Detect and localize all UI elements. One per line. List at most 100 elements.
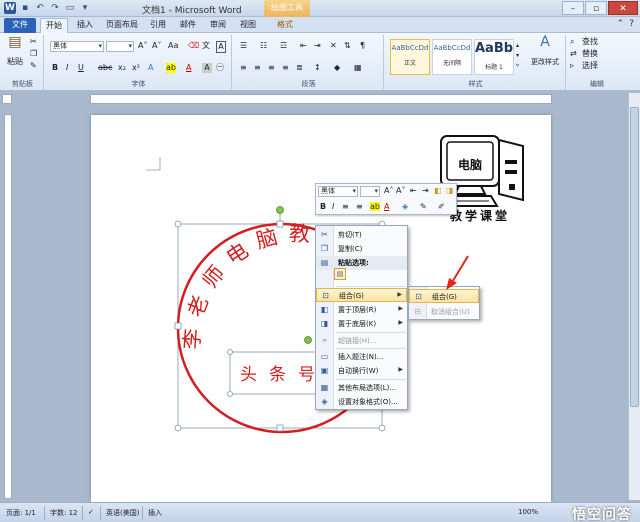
paste-option-keep-source-icon[interactable]: ▤ — [334, 268, 346, 280]
enclose-char-icon[interactable]: ㊀ — [216, 63, 224, 73]
justify-icon[interactable]: ≡ — [282, 63, 289, 73]
format-painter-icon[interactable]: ✎ — [30, 61, 37, 71]
shrink-font-icon[interactable]: A˅ — [152, 41, 161, 51]
char-shading-icon[interactable]: A — [202, 63, 212, 73]
multilevel-list-icon[interactable]: ☲ — [280, 41, 287, 51]
menu-item-format-object[interactable]: ◈ 设置对象格式(O)... — [316, 395, 407, 409]
borders-icon[interactable]: ▦ — [354, 63, 362, 73]
vertical-ruler[interactable] — [4, 114, 12, 499]
scrollbar-thumb[interactable] — [630, 107, 639, 407]
mini-shrink-font-icon[interactable]: A˅ — [396, 186, 405, 195]
tab-view[interactable]: 视图 — [236, 18, 260, 33]
font-color-icon[interactable]: A — [186, 63, 191, 73]
shading-icon[interactable]: ◆ — [334, 63, 340, 73]
mini-highlight-icon[interactable]: ab — [370, 202, 380, 211]
menu-item-more-layout[interactable]: ▦ 其他布局选项(L)... — [316, 381, 407, 395]
numbering-icon[interactable]: ☷ — [260, 41, 267, 51]
ruler-tab-selector[interactable] — [2, 94, 12, 104]
style-normal[interactable]: AaBbCcDd 正文 — [390, 39, 430, 75]
horizontal-ruler[interactable] — [90, 94, 552, 104]
replace-button[interactable]: 替换 — [582, 49, 598, 59]
mini-justify-icon[interactable]: ≡ — [356, 202, 363, 211]
superscript-icon[interactable]: x² — [132, 63, 140, 73]
align-left-icon[interactable]: ≡ — [240, 63, 247, 73]
font-size-combo[interactable] — [106, 41, 134, 52]
mini-font-name-combo[interactable]: 黑体 — [318, 186, 358, 197]
tab-references[interactable]: 引用 — [146, 18, 170, 33]
phonetic-icon[interactable]: 文 — [202, 41, 210, 51]
grow-font-icon[interactable]: A˄ — [138, 41, 147, 51]
mini-bring-front-icon[interactable]: ◧ — [434, 186, 442, 195]
cut-icon[interactable]: ✂ — [30, 37, 37, 47]
mini-send-back-icon[interactable]: ◨ — [446, 186, 454, 195]
mini-fill-icon[interactable]: ◈ — [402, 202, 408, 211]
mini-center-icon[interactable]: ≡ — [342, 202, 349, 211]
align-center-icon[interactable]: ≡ — [254, 63, 261, 73]
align-right-icon[interactable]: ≡ — [268, 63, 275, 73]
undo-icon[interactable]: ↶ — [34, 2, 46, 14]
mini-bold-icon[interactable]: B — [320, 202, 326, 211]
clear-format-icon[interactable]: ⌫ — [188, 41, 199, 51]
mini-outline-icon[interactable]: ✎ — [420, 202, 427, 211]
mini-font-size-combo[interactable] — [360, 186, 380, 197]
mini-outdent-icon[interactable]: ⇥ — [422, 186, 429, 195]
find-button[interactable]: 查找 — [582, 37, 598, 47]
help-icon[interactable]: ? — [629, 19, 634, 29]
redo-icon[interactable]: ↷ — [49, 2, 61, 14]
save-icon[interactable]: ▪ — [19, 2, 31, 14]
close-icon[interactable]: ✕ — [608, 1, 638, 15]
font-name-combo[interactable]: 黑体 — [50, 41, 104, 52]
tab-home[interactable]: 开始 — [40, 18, 68, 33]
menu-item-copy[interactable]: ❐ 复制(C) — [316, 242, 407, 256]
increase-indent-icon[interactable]: ⇥ — [314, 41, 321, 51]
menu-item-bring-to-front[interactable]: ◧ 置于顶层(R) ▶ — [316, 303, 407, 317]
replace-icon[interactable]: ⇄ — [570, 49, 577, 59]
tab-file[interactable]: 文件 — [4, 18, 36, 33]
copy-icon[interactable]: ❐ — [30, 49, 37, 59]
mini-italic-icon[interactable]: I — [332, 202, 334, 211]
text-effects-icon[interactable]: A — [148, 63, 153, 73]
menu-item-text-wrap[interactable]: ▣ 自动换行(W) ▶ — [316, 364, 407, 378]
distributed-icon[interactable]: ≣ — [296, 63, 303, 73]
status-insert-mode[interactable]: 插入 — [148, 508, 162, 518]
sort-icon[interactable]: ⇅ — [344, 41, 351, 51]
maximize-icon[interactable]: ▫ — [585, 1, 607, 15]
subscript-icon[interactable]: x₂ — [118, 63, 126, 73]
italic-icon[interactable]: I — [66, 63, 68, 73]
chinese-layout-icon[interactable]: ✕ — [330, 41, 337, 51]
tab-format[interactable]: 格式 — [272, 18, 298, 33]
style-no-spacing[interactable]: AaBbCcDd 无间隔 — [432, 39, 472, 75]
paste-button[interactable]: 粘贴 — [4, 57, 26, 67]
vertical-scrollbar[interactable] — [628, 93, 640, 500]
minimize-icon[interactable]: – — [562, 1, 584, 15]
tab-review[interactable]: 审阅 — [206, 18, 230, 33]
word-app-icon[interactable]: W — [4, 2, 16, 14]
underline-icon[interactable]: U — [78, 63, 84, 73]
style-heading-1[interactable]: AaBb 标题 1 — [474, 39, 514, 75]
line-spacing-icon[interactable]: ↕ — [314, 63, 321, 73]
change-styles-icon[interactable]: A — [530, 35, 560, 49]
char-border-icon[interactable]: A — [216, 41, 226, 53]
change-case-icon[interactable]: Aa — [168, 41, 178, 51]
find-icon[interactable]: ⌕ — [570, 37, 574, 47]
menu-item-insert-caption[interactable]: ▭ 插入题注(N)... — [316, 350, 407, 364]
menu-item-group[interactable]: ⊡ 组合(G) ▶ — [316, 288, 407, 302]
styles-scroll-icon[interactable]: ▴ ▾ ▿ — [516, 41, 519, 71]
customize-qat-icon[interactable]: ▾ — [79, 2, 91, 14]
paste-icon[interactable]: ▤ — [6, 35, 24, 55]
tab-mailings[interactable]: 邮件 — [176, 18, 200, 33]
show-marks-icon[interactable]: ¶ — [360, 41, 365, 51]
status-page[interactable]: 页面: 1/1 — [6, 508, 36, 518]
highlight-icon[interactable]: ab — [166, 63, 176, 73]
mini-indent-icon[interactable]: ⇤ — [410, 186, 417, 195]
status-word-count[interactable]: 字数: 12 — [50, 508, 78, 518]
tab-insert[interactable]: 插入 — [72, 18, 98, 33]
ribbon-minimize-icon[interactable]: ⌃ — [617, 19, 625, 29]
mini-font-color-icon[interactable]: A — [384, 202, 389, 211]
select-icon[interactable]: ▹ — [570, 61, 574, 71]
menu-item-cut[interactable]: ✂ 剪切(T) — [316, 228, 407, 242]
select-button[interactable]: 选择 — [582, 61, 598, 71]
bold-icon[interactable]: B — [52, 63, 58, 73]
open-icon[interactable]: ▭ — [64, 2, 76, 14]
menu-item-send-to-back[interactable]: ◨ 置于底层(K) ▶ — [316, 317, 407, 331]
